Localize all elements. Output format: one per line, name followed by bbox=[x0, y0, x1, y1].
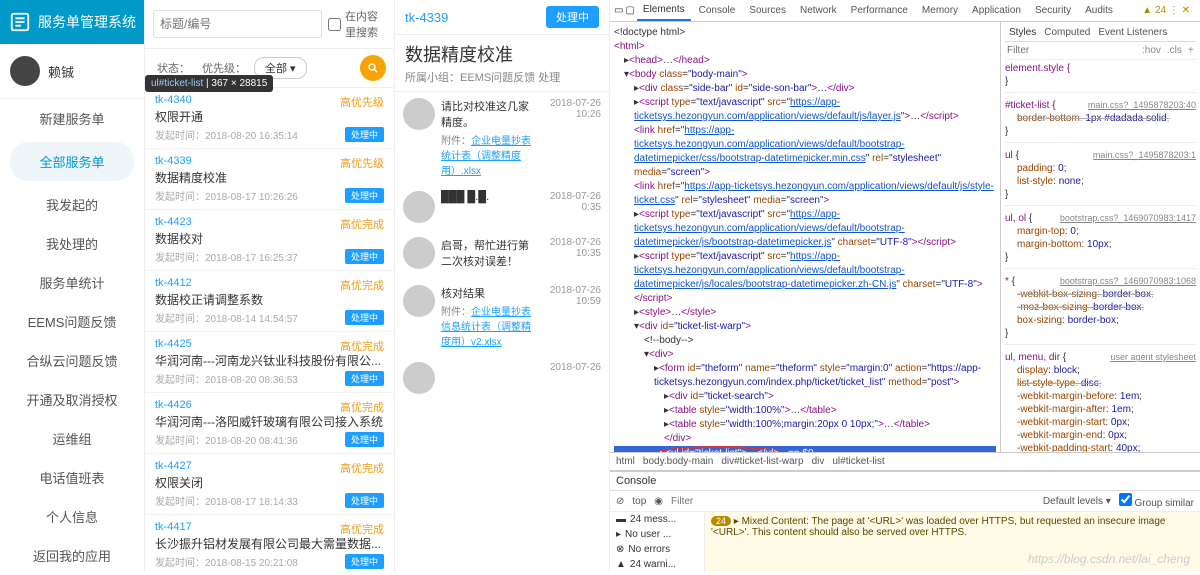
nav-item[interactable]: 返回我的应用 bbox=[0, 536, 144, 575]
message: 核对结果附件：企业电量抄表信息统计表（调整精度用）v2.xlsx2018-07-… bbox=[403, 285, 601, 348]
devtools-tab[interactable]: Elements bbox=[637, 0, 691, 21]
devtools-tab[interactable]: Security bbox=[1029, 1, 1077, 20]
search-input[interactable] bbox=[153, 10, 322, 38]
ticket-item[interactable]: tk-4423数据校对发起时间：2018-08-17 16:25:37高优完成处… bbox=[145, 210, 394, 271]
ticket-item[interactable]: tk-4426华润河南---洛阳威钎玻璃有限公司接入系统发起时间：2018-08… bbox=[145, 393, 394, 454]
console-filter[interactable] bbox=[671, 496, 1035, 507]
sidebar: 服务单管理系统 赖铖 新建服务单全部服务单我发起的我处理的服务单统计EEMS问题… bbox=[0, 0, 145, 572]
inspect-icon[interactable]: ▭ bbox=[614, 5, 623, 16]
clear-console-icon[interactable]: ⊘ bbox=[616, 496, 624, 507]
ticket-list-panel: 在内容里搜索 状态： 优先级： 全部 ▾ ul#ticket-list | 36… bbox=[145, 0, 395, 572]
ticket-item[interactable]: tk-4412数据校正请调整系数发起时间：2018-08-14 14:54:57… bbox=[145, 271, 394, 332]
messages: 请比对校准这几家精度。附件：企业电量抄表统计表（调整精度用）.xlsx2018-… bbox=[395, 92, 609, 572]
ticket-item[interactable]: tk-4425华润河南---河南龙兴钛业科技股份有限公...发起时间：2018-… bbox=[145, 332, 394, 393]
crumb[interactable]: div bbox=[812, 456, 825, 467]
detail-sub: 所属小组：EEMS问题反馈 处理 bbox=[395, 69, 609, 92]
devtools-tabs: ▭ ▢ ElementsConsoleSourcesNetworkPerform… bbox=[610, 0, 1200, 22]
brand-title: 服务单管理系统 bbox=[38, 12, 136, 32]
console-filter-item[interactable]: ⊗ No errors bbox=[610, 542, 704, 557]
nav-item[interactable]: 运维组 bbox=[0, 419, 144, 458]
ticket-list[interactable]: tk-4340权限开通发起时间：2018-08-20 16:35:14高优先级处… bbox=[145, 88, 394, 572]
styles-tab[interactable]: Event Listeners bbox=[1098, 26, 1167, 39]
username: 赖铖 bbox=[48, 62, 74, 81]
nav-item[interactable]: 开通及取消授权 bbox=[0, 380, 144, 419]
crumb[interactable]: ul#ticket-list bbox=[832, 456, 884, 467]
device-icon[interactable]: ▢ bbox=[625, 5, 634, 16]
console-filter-item[interactable]: ▸ No user ... bbox=[610, 527, 704, 542]
console-title: Console bbox=[610, 472, 1200, 491]
nav-item[interactable]: 我处理的 bbox=[0, 224, 144, 263]
console-filter-item[interactable]: ▬ 24 mess... bbox=[610, 512, 704, 527]
eye-icon[interactable]: ◉ bbox=[654, 496, 663, 507]
brand-bar: 服务单管理系统 bbox=[0, 0, 144, 44]
crumb[interactable]: html bbox=[616, 456, 635, 467]
detail-id: tk-4339 bbox=[405, 10, 448, 25]
message: 启哥，帮忙进行第二次核对误差！2018-07-2610:35 bbox=[403, 237, 601, 271]
styles-panel[interactable]: StylesComputedEvent Listeners :hov.cls+ … bbox=[1000, 22, 1200, 452]
crumb[interactable]: body.body-main bbox=[643, 456, 713, 467]
nav-item[interactable]: 合纵云问题反馈 bbox=[0, 341, 144, 380]
console-filter-item[interactable]: ▲ 24 warni... bbox=[610, 557, 704, 572]
search-in-content[interactable]: 在内容里搜索 bbox=[328, 8, 386, 40]
user-row[interactable]: 赖铖 bbox=[0, 44, 144, 99]
ticket-detail-panel: tk-4339 处理中 数据精度校准 所属小组：EEMS问题反馈 处理 请比对校… bbox=[395, 0, 610, 572]
style-filter[interactable] bbox=[1007, 45, 1139, 56]
devtools-tab[interactable]: Audits bbox=[1079, 1, 1119, 20]
filter-row: 状态： 优先级： 全部 ▾ ul#ticket-list | 367 × 288… bbox=[145, 49, 394, 88]
warnings-badge[interactable]: ▲ 24 ⋮ ✕ bbox=[1142, 5, 1196, 16]
devtools-tab[interactable]: Application bbox=[966, 1, 1027, 20]
nav-item[interactable]: 电话值班表 bbox=[0, 458, 144, 497]
styles-tab[interactable]: Computed bbox=[1044, 26, 1090, 39]
nav-item[interactable]: 个人信息 bbox=[0, 497, 144, 536]
ticket-item[interactable]: tk-4340权限开通发起时间：2018-08-20 16:35:14高优先级处… bbox=[145, 88, 394, 149]
devtools-tab[interactable]: Performance bbox=[845, 1, 914, 20]
detail-status-badge[interactable]: 处理中 bbox=[546, 6, 599, 28]
nav-item[interactable]: 全部服务单 bbox=[10, 142, 134, 181]
nav-item[interactable]: 我发起的 bbox=[0, 185, 144, 224]
search-row: 在内容里搜索 bbox=[145, 0, 394, 49]
devtools: ▭ ▢ ElementsConsoleSourcesNetworkPerform… bbox=[610, 0, 1200, 572]
devtools-tab[interactable]: Memory bbox=[916, 1, 964, 20]
nav-item[interactable]: 新建服务单 bbox=[0, 99, 144, 138]
dom-tree[interactable]: <!doctype html> <html> ▸<head>…</head> ▾… bbox=[610, 22, 1000, 452]
devtools-tab[interactable]: Network bbox=[794, 1, 843, 20]
message: ███ █.█.2018-07-260:35 bbox=[403, 191, 601, 223]
search-button[interactable] bbox=[360, 55, 386, 81]
dom-breadcrumbs[interactable]: html body.body-main div#ticket-list-warp di… bbox=[610, 452, 1200, 470]
watermark: https://blog.csdn.net/lai_cheng bbox=[1028, 552, 1190, 566]
message: 请比对校准这几家精度。附件：企业电量抄表统计表（调整精度用）.xlsx2018-… bbox=[403, 98, 601, 177]
ticket-item[interactable]: tk-4339数据精度校准发起时间：2018-08-17 10:26:26高优先… bbox=[145, 149, 394, 210]
nav-item[interactable]: 服务单统计 bbox=[0, 263, 144, 302]
styles-tab[interactable]: Styles bbox=[1009, 26, 1036, 39]
ticket-item[interactable]: tk-4417长沙振升铝材发展有限公司最大需量数据...发起时间：2018-08… bbox=[145, 515, 394, 572]
devtools-tab[interactable]: Console bbox=[693, 1, 742, 20]
crumb[interactable]: div#ticket-list-warp bbox=[721, 456, 803, 467]
console-sidebar[interactable]: ▬ 24 mess...▸ No user ...⊗ No errors▲ 24… bbox=[610, 512, 705, 572]
devtools-tab[interactable]: Sources bbox=[743, 1, 792, 20]
nav: 新建服务单全部服务单我发起的我处理的服务单统计EEMS问题反馈合纵云问题反馈开通… bbox=[0, 99, 144, 575]
message: 2018-07-26 bbox=[403, 362, 601, 394]
nav-item[interactable]: EEMS问题反馈 bbox=[0, 302, 144, 341]
group-similar[interactable]: Group similar bbox=[1119, 493, 1194, 509]
detail-title: 数据精度校准 bbox=[395, 35, 609, 69]
inspect-tooltip: ul#ticket-list | 367 × 28815 bbox=[145, 75, 273, 92]
avatar bbox=[10, 56, 40, 86]
log-levels[interactable]: Default levels ▾ bbox=[1043, 496, 1111, 507]
ticket-item[interactable]: tk-4427权限关闭发起时间：2018-08-17 18:14:33高优完成处… bbox=[145, 454, 394, 515]
brand-icon bbox=[8, 10, 32, 34]
console-context[interactable]: top bbox=[632, 496, 646, 507]
